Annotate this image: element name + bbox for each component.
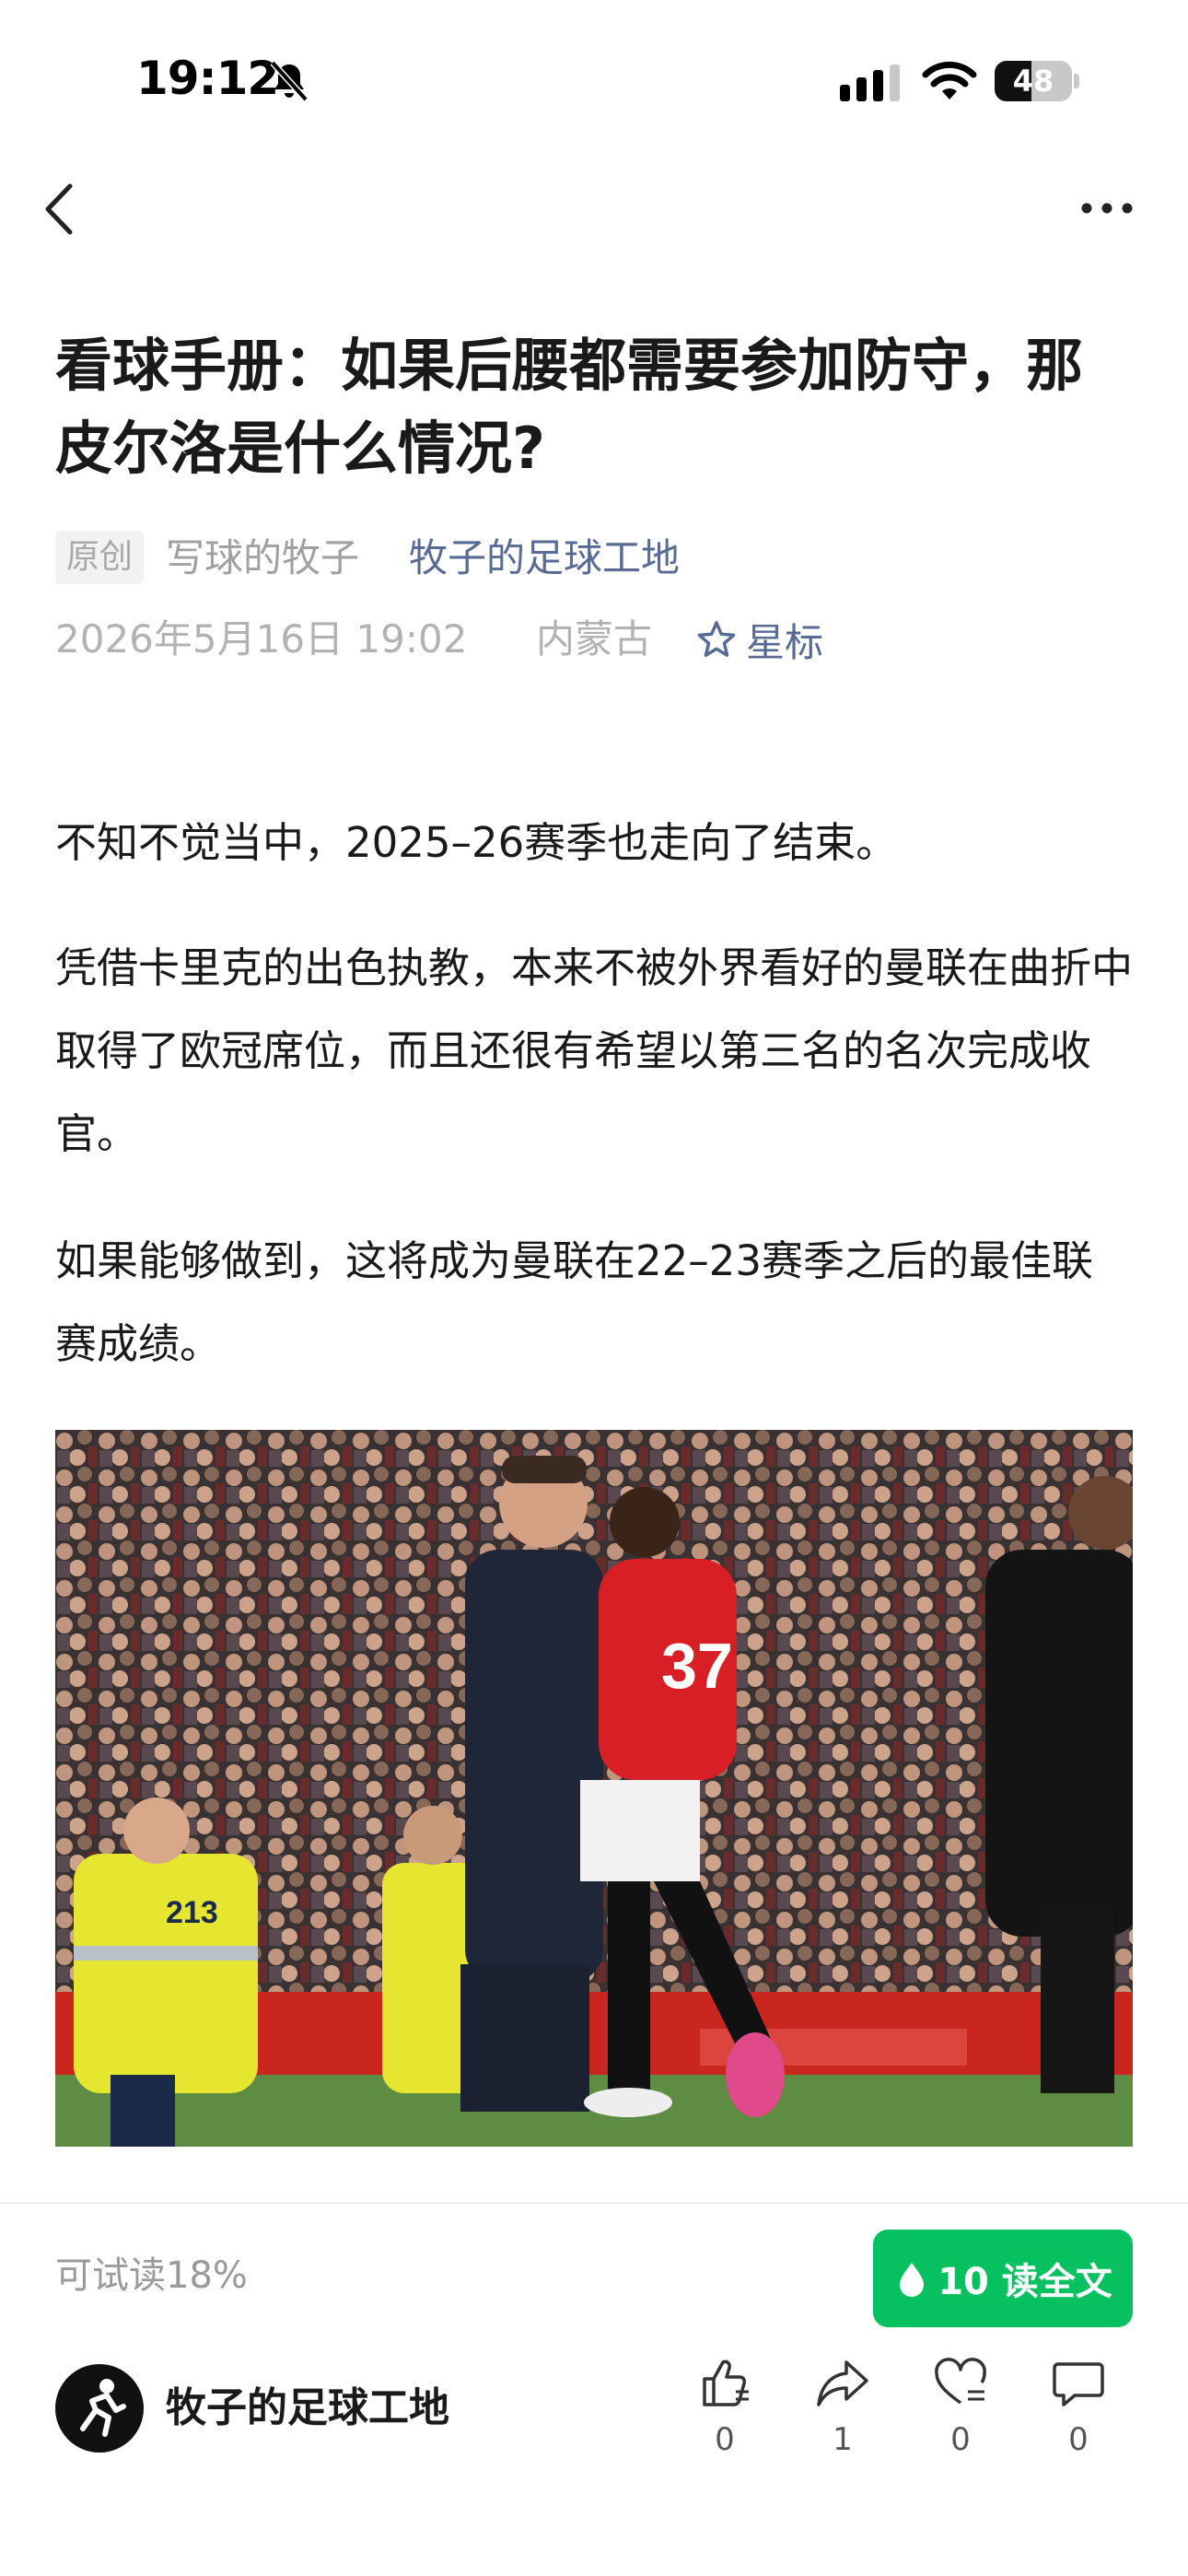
read-full-label: 10 读全文 [938,2261,1112,2303]
star-label: 星标 [746,619,824,665]
article-title: 看球手册：如果后腰都需要参加防守，那皮尔洛是什么情况? [55,332,1084,482]
paragraph-1: 不知不觉当中，2025–26赛季也走向了结束。 [55,818,898,867]
original-badge: 原创 [55,531,145,584]
cellular-signal-icon [840,64,900,101]
publish-location: 内蒙古 [536,616,653,662]
runner-logo-icon [80,2379,126,2437]
like-button[interactable]: 0 [683,2353,766,2458]
footer-account-name[interactable]: 牧子的足球工地 [166,2379,449,2438]
like-count: 0 [715,2421,735,2458]
wow-count: 0 [950,2421,971,2458]
account-link[interactable]: 牧子的足球工地 [409,533,680,584]
photo-illustration: 213 37 [55,1430,1133,2147]
bell-muted-icon [270,60,309,102]
publish-date: 2026年5月16日 19:02 [55,616,468,662]
heart-icon [935,2358,986,2405]
trial-read-text: 可试读18% [55,2254,248,2297]
star-button[interactable]: 星标 [696,614,823,665]
account-avatar[interactable] [55,2364,144,2453]
shirt-number: 37 [661,1630,733,1702]
comment-button[interactable]: 0 [1037,2353,1120,2458]
read-full-button[interactable]: 10 读全文 [873,2230,1133,2327]
star-icon [697,621,736,657]
paragraph-3: 如果能够做到，这将成为曼联在22–23赛季之后的最佳联赛成绩。 [55,1236,1094,1368]
battery-icon: 48 [995,61,1079,101]
chevron-left-icon[interactable] [41,181,77,238]
share-button[interactable]: 1 [801,2353,884,2458]
comment-icon [1053,2362,1104,2406]
paragraph-2: 凭借卡里克的出色执教，本来不被外界看好的曼联在曲折中取得了欧冠席位，而且还很有希… [55,943,1134,1158]
author-name: 写球的牧子 [166,535,360,580]
battery-percentage: 48 [1012,64,1054,99]
comment-count: 0 [1068,2421,1089,2458]
sign-number: 213 [166,1895,218,1930]
share-count: 1 [833,2421,853,2458]
wifi-icon [922,61,977,100]
thumbs-up-icon [703,2359,749,2406]
status-time: 19:12 [136,52,279,105]
bottom-divider [0,2202,1188,2204]
coin-drop-icon [900,2263,925,2297]
more-dots-icon[interactable] [1079,199,1135,217]
article-photo[interactable]: 213 37 [55,1430,1133,2147]
share-icon [817,2360,868,2406]
wow-button[interactable]: 0 [919,2353,1002,2458]
